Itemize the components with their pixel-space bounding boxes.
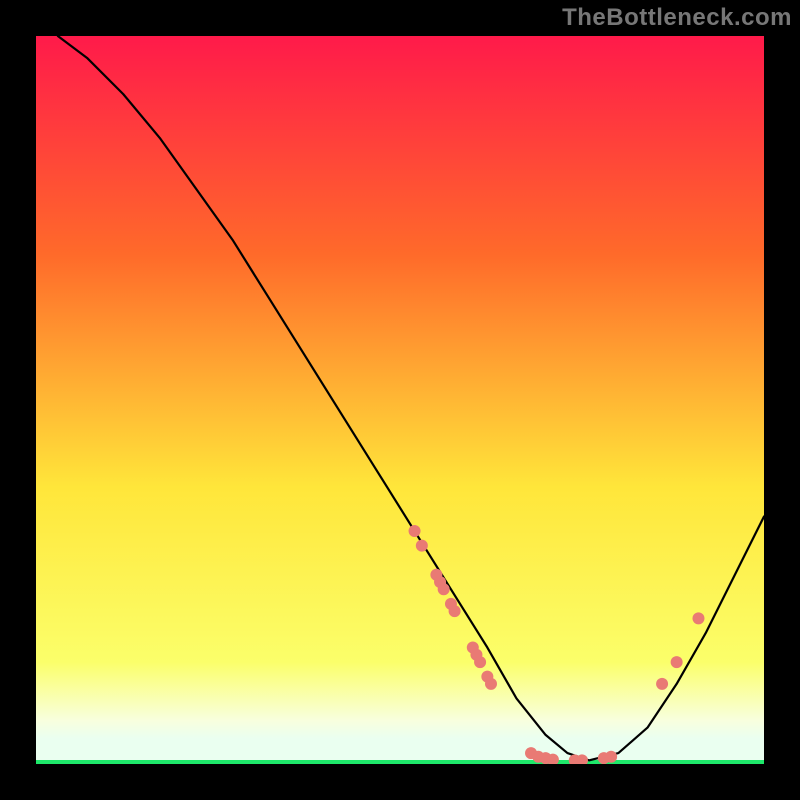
chart-container: TheBottleneck.com — [0, 0, 800, 800]
plot-area — [36, 36, 764, 764]
chart-svg — [36, 36, 764, 764]
watermark-text: TheBottleneck.com — [562, 4, 792, 32]
